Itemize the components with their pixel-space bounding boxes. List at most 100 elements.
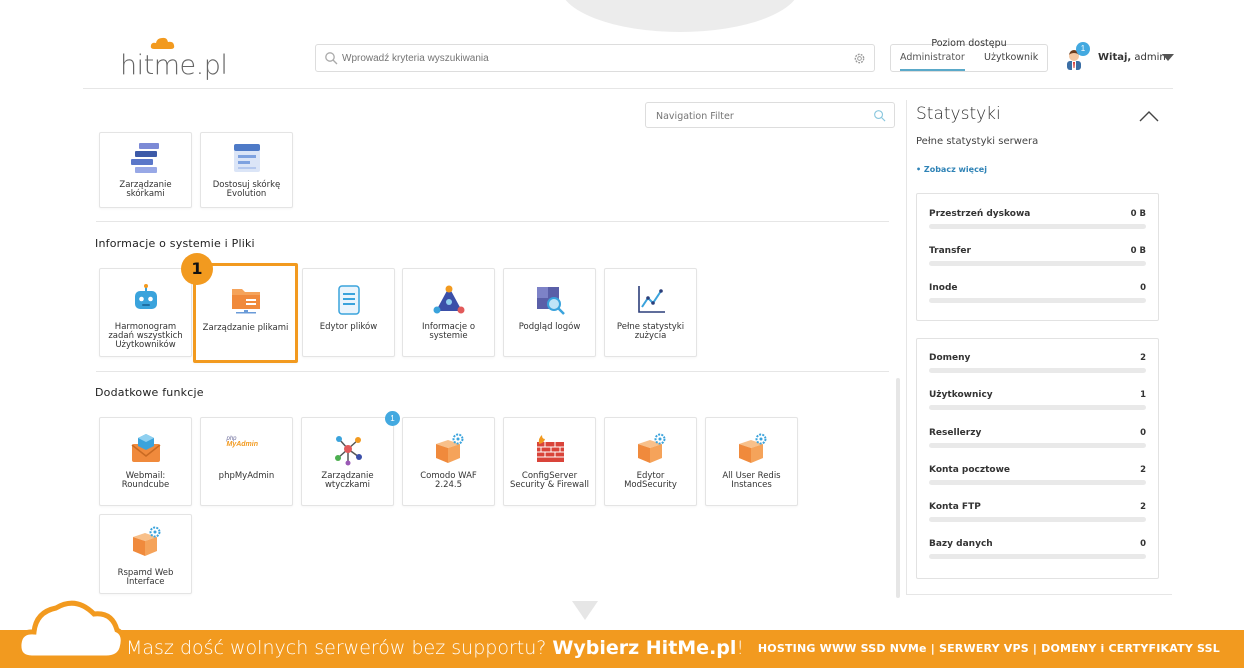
stat-row-transfer: Transfer 0 B [929, 246, 1146, 272]
box-gear-icon [637, 433, 665, 463]
stat-bar [929, 298, 1146, 303]
step-badge: 1 [181, 253, 213, 285]
card-label: Rspamd Web Interface [117, 568, 174, 587]
stat-bar [929, 443, 1146, 448]
card-label: Comodo WAF 2.24.5 [420, 471, 477, 490]
tab-administrator[interactable]: Administrator [900, 52, 965, 71]
stat-row-disk: Przestrzeń dyskowa 0 B [929, 209, 1146, 235]
stat-value: 0 B [1130, 246, 1146, 256]
stat-value: 2 [1140, 465, 1146, 475]
card-label: Pełne statystyki zużycia [616, 322, 685, 341]
card-log-viewer[interactable]: Podgląd logów [503, 268, 596, 357]
webmail-icon [131, 434, 160, 462]
phpmyadmin-icon: php MyAdmin [227, 436, 267, 470]
stat-value: 1 [1140, 390, 1146, 400]
card-label: Zarządzanie skórkami [119, 180, 172, 199]
user-notification-badge: 1 [1076, 42, 1090, 56]
sidebar-divider [906, 100, 907, 595]
stat-label: Bazy danych [929, 539, 993, 549]
stats-subtitle: Pełne statystyki serwera [916, 136, 1039, 147]
card-webmail-roundcube[interactable]: Webmail: Roundcube [99, 417, 192, 506]
stat-row-domains: Domeny 2 [929, 353, 1146, 379]
user-menu[interactable]: 1 Witaj, admin [1064, 42, 1184, 72]
logo-text: hitme.pl [120, 50, 228, 81]
section-divider [96, 221, 889, 222]
stat-row-inode: Inode 0 [929, 283, 1146, 309]
stat-bar [929, 480, 1146, 485]
resource-stats-box: Przestrzeń dyskowa 0 B Transfer 0 B Inod… [916, 193, 1159, 321]
chevron-up-icon[interactable] [1138, 110, 1160, 122]
stat-bar [929, 405, 1146, 410]
page: hitme.pl Poziom dostępu Administrator Uż… [0, 0, 1244, 668]
card-label: Podgląd logów [518, 322, 581, 332]
access-level-switch: Poziom dostępu Administrator Użytkownik [890, 36, 1048, 72]
card-rspamd-web[interactable]: Rspamd Web Interface [99, 514, 192, 594]
robot-icon [134, 284, 157, 309]
card-comodo-waf[interactable]: Comodo WAF 2.24.5 [402, 417, 495, 506]
header-divider [83, 88, 1173, 89]
search-input[interactable] [342, 49, 842, 67]
log-viewer-icon [536, 287, 565, 315]
see-more-link[interactable]: • Zobacz więcej [916, 165, 987, 174]
card-label: Zarządzanie plikami [202, 323, 289, 333]
chevron-down-icon[interactable] [1162, 54, 1174, 61]
phpmyadmin-logo-bottom: MyAdmin [226, 441, 259, 448]
scroll-down-caret[interactable] [572, 601, 598, 620]
sidebar-bottom-rule [906, 594, 1172, 595]
card-redis-instances[interactable]: All User Redis Instances [705, 417, 798, 506]
card-modsecurity-editor[interactable]: Edytor ModSecurity [604, 417, 697, 506]
stat-value: 2 [1140, 353, 1146, 363]
banner-text-light: Masz dość wolnych serwerów bez supportu? [126, 637, 547, 659]
file-editor-icon [337, 285, 360, 315]
stat-value: 0 B [1130, 209, 1146, 219]
stat-bar [929, 224, 1146, 229]
stat-row-email-accounts: Konta pocztowe 2 [929, 465, 1146, 491]
card-file-editor[interactable]: Edytor plików [302, 268, 395, 357]
hitme-logo[interactable]: hitme.pl [120, 36, 230, 81]
skins-icon [130, 143, 159, 173]
banner-services: HOSTING WWW SSD NVMe | SERWERY VPS | DOM… [757, 642, 1220, 655]
firewall-icon [536, 435, 564, 462]
plugins-icon [334, 436, 362, 466]
card-label: Edytor plików [319, 322, 378, 332]
card-label: Zarządzanie wtyczkami [321, 471, 374, 490]
stat-value: 0 [1140, 539, 1146, 549]
card-label: Informacje o systemie [421, 322, 476, 341]
card-plugin-manager[interactable]: Zarządzanie wtyczkami [301, 417, 394, 506]
card-label: ConfigServer Security & Firewall [510, 471, 589, 490]
search-icon [325, 52, 338, 65]
tab-user[interactable]: Użytkownik [984, 52, 1038, 63]
stats-chart-icon [637, 286, 665, 313]
stat-value: 2 [1140, 502, 1146, 512]
card-customize-evolution[interactable]: Dostosuj skórkę Evolution [200, 132, 293, 208]
card-skins-management[interactable]: Zarządzanie skórkami [99, 132, 192, 208]
gear-icon[interactable] [853, 52, 866, 65]
card-full-usage-stats[interactable]: Pełne statystyki zużycia [604, 268, 697, 357]
stat-label: Domeny [929, 353, 971, 363]
stat-label: Transfer [929, 246, 971, 256]
stat-row-users: Użytkownicy 1 [929, 390, 1146, 416]
folder-icon [231, 289, 260, 314]
box-gear-icon [132, 526, 160, 556]
card-label: All User Redis Instances [722, 471, 781, 490]
card-label: Webmail: Roundcube [121, 471, 170, 490]
global-search[interactable] [315, 44, 875, 72]
section-title-system-files: Informacje o systemie i Pliki [95, 237, 255, 250]
navigation-filter-input[interactable] [656, 108, 856, 124]
content-scrollbar[interactable] [896, 378, 900, 598]
system-info-icon [433, 285, 464, 314]
stat-bar [929, 554, 1146, 559]
box-gear-icon [435, 433, 463, 463]
count-stats-box: Domeny 2 Użytkownicy 1 Resellerzy 0 Kont… [916, 338, 1159, 579]
greeting-text: Witaj, [1098, 52, 1132, 63]
card-cron-all-users[interactable]: Harmonogram zadań wszystkich Użytkownikó… [99, 268, 192, 357]
access-level-title: Poziom dostępu [931, 38, 1007, 49]
navigation-filter[interactable] [645, 102, 895, 128]
card-csf-firewall[interactable]: ConfigServer Security & Firewall [503, 417, 596, 506]
stats-title: Statystyki [916, 104, 1001, 124]
stat-bar [929, 517, 1146, 522]
card-system-info[interactable]: Informacje o systemie [402, 268, 495, 357]
card-phpmyadmin[interactable]: php MyAdmin phpMyAdmin [200, 417, 293, 506]
stat-value: 0 [1140, 428, 1146, 438]
stat-bar [929, 261, 1146, 266]
